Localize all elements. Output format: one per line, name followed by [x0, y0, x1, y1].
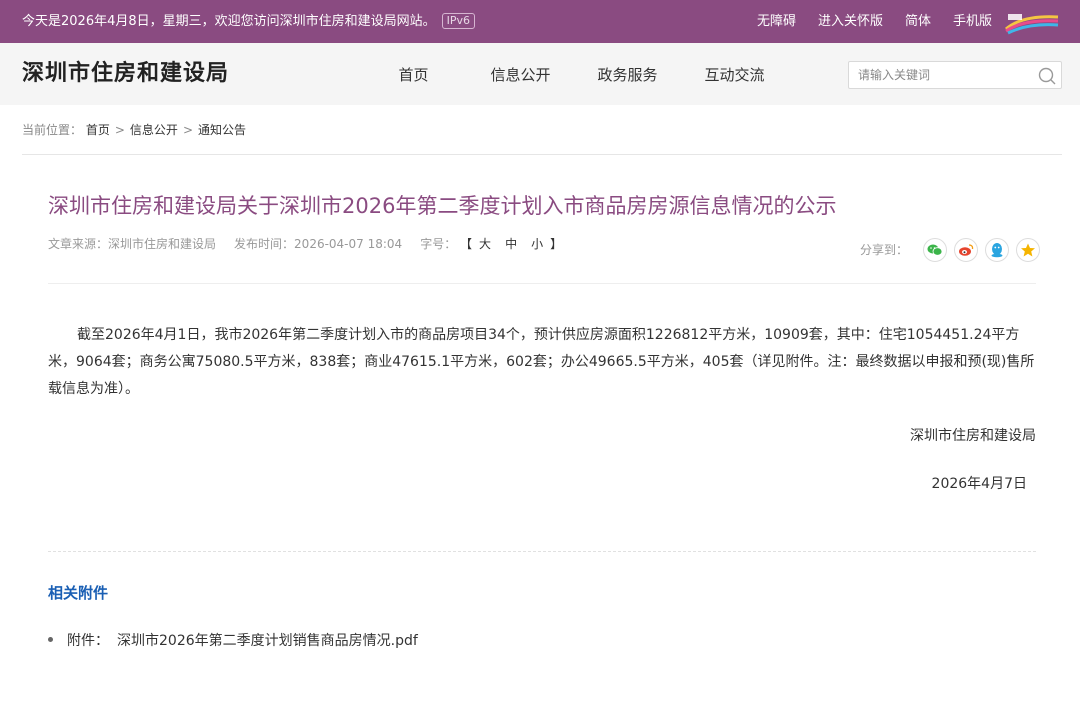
nav-interaction[interactable]: 互动交流: [681, 64, 788, 86]
site-title[interactable]: 深圳市住房和建设局: [22, 60, 229, 88]
breadcrumb-label: 当前位置：: [22, 123, 83, 137]
site-header: 深圳市住房和建设局 首页 信息公开 政务服务 互动交流: [0, 43, 1080, 105]
font-size-controls: 【大中小】: [460, 237, 562, 251]
font-size-small[interactable]: 小: [531, 237, 543, 251]
search-box: [848, 61, 1062, 89]
mobile-version-link[interactable]: 手机版: [953, 13, 992, 31]
font-size-bracket-close: 】: [550, 237, 563, 251]
article-source: 深圳市住房和建设局: [108, 237, 217, 251]
source-label: 文章来源：: [48, 237, 109, 251]
article-meta: 文章来源：深圳市住房和建设局 发布时间：2026-04-07 18:04 字号： 【…: [48, 235, 562, 253]
qq-icon[interactable]: [985, 238, 1010, 262]
article-body: 截至2026年4月1日，我市2026年第二季度计划入市的商品房项目34个，预计供…: [48, 327, 1035, 397]
meta-divider: [48, 283, 1036, 284]
weibo-icon[interactable]: [954, 238, 979, 262]
breadcrumb-notices[interactable]: 通知公告: [198, 123, 246, 137]
signature-date: 2026年4月7日: [931, 476, 1027, 492]
content-divider: [48, 551, 1036, 552]
breadcrumb-info-disclosure[interactable]: 信息公开: [130, 123, 178, 137]
nav-info-disclosure[interactable]: 信息公开: [467, 64, 574, 86]
care-mode-link[interactable]: 进入关怀版: [818, 13, 883, 31]
share-label: 分享到：: [860, 243, 909, 257]
font-size-label: 字号：: [420, 237, 457, 251]
article-title: 深圳市住房和建设局关于深圳市2026年第二季度计划入市商品房房源信息情况的公示: [48, 194, 837, 218]
attachment-item: 附件： 深圳市2026年第二季度计划销售商品房情况.pdf: [48, 631, 418, 651]
time-label: 发布时间：: [234, 237, 295, 251]
qzone-icon[interactable]: [1016, 238, 1041, 262]
breadcrumb-separator: >: [114, 123, 125, 137]
attachments-title: 相关附件: [48, 584, 109, 602]
breadcrumb: 当前位置： 首页 > 信息公开 > 通知公告: [22, 121, 246, 139]
nav-government-services[interactable]: 政务服务: [574, 64, 681, 86]
signature-organization: 深圳市住房和建设局: [910, 428, 1036, 444]
top-links: 无障碍 进入关怀版 简体 手机版: [735, 13, 992, 31]
ipv6-badge: IPv6: [441, 13, 476, 29]
share-bar: 分享到：: [860, 238, 1041, 262]
publish-time: 2026-04-07 18:04: [294, 237, 403, 251]
font-size-large[interactable]: 大: [479, 237, 491, 251]
welcome-message: 今天是2026年4月8日，星期三，欢迎您访问深圳市住房和建设局网站。 IPv6: [22, 13, 476, 31]
main-nav: 首页 信息公开 政务服务 互动交流: [360, 64, 788, 86]
nav-home[interactable]: 首页: [360, 64, 467, 86]
accessibility-link[interactable]: 无障碍: [757, 13, 796, 31]
breadcrumb-divider: [22, 154, 1062, 155]
bullet-icon: [48, 637, 53, 642]
attachment-label: 附件：: [67, 633, 109, 649]
font-size-medium[interactable]: 中: [505, 237, 517, 251]
top-bar: 今天是2026年4月8日，星期三，欢迎您访问深圳市住房和建设局网站。 IPv6 无…: [0, 0, 1080, 43]
search-input[interactable]: [849, 62, 1034, 88]
attachment-link[interactable]: 深圳市2026年第二季度计划销售商品房情况.pdf: [117, 633, 418, 649]
wechat-icon[interactable]: [923, 238, 948, 262]
font-size-bracket-open: 【: [460, 237, 473, 251]
city-logo-icon[interactable]: [1002, 11, 1062, 35]
breadcrumb-separator: >: [182, 123, 193, 137]
breadcrumb-home[interactable]: 首页: [86, 123, 110, 137]
simplified-chinese-link[interactable]: 简体: [905, 13, 931, 31]
welcome-text: 今天是2026年4月8日，星期三，欢迎您访问深圳市住房和建设局网站。: [22, 14, 436, 29]
search-icon[interactable]: [1037, 66, 1057, 86]
